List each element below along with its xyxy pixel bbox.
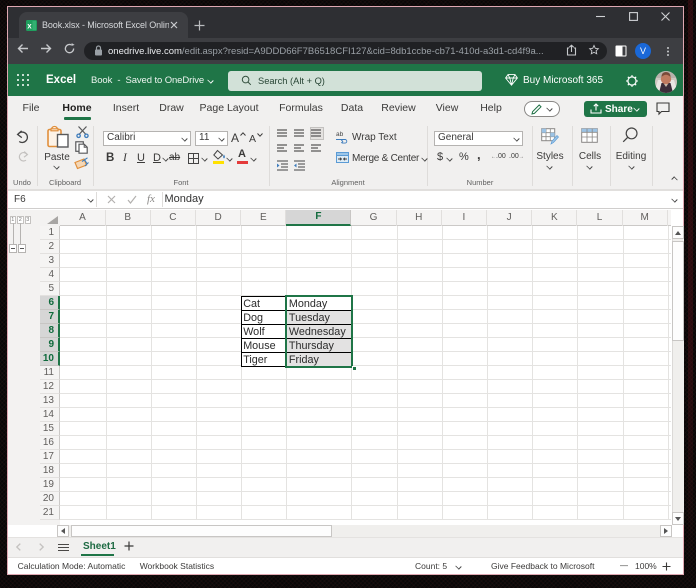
svg-text:ab: ab	[336, 131, 344, 138]
svg-text:x: x	[27, 22, 32, 31]
